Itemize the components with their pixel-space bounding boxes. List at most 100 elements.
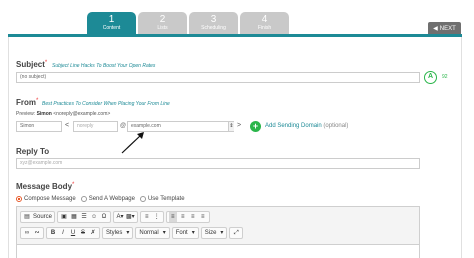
step-number: 3 — [210, 14, 217, 25]
editor-content-area[interactable] — [17, 244, 419, 258]
subject-grade-badge: A — [424, 71, 437, 84]
underline-icon[interactable]: U — [69, 228, 77, 238]
step-label: Content — [102, 25, 121, 31]
radio-label: Send A Webpage — [88, 196, 135, 202]
source-group: ▤ Source — [20, 211, 56, 223]
radio-label: Use Template — [147, 196, 185, 202]
from-help-link[interactable]: Best Practices To Consider When Placing … — [42, 101, 170, 107]
source-button[interactable]: Source — [33, 212, 52, 222]
from-preview: Preview: Simon <noreply@example.com> — [16, 111, 110, 117]
from-name-input[interactable]: Simon — [16, 121, 62, 132]
align-left-icon[interactable]: ≡ — [168, 212, 177, 222]
step-lists-tab[interactable]: 2 Lists — [138, 12, 187, 34]
lt-bracket: < — [65, 122, 70, 129]
insert-group: ▣ ▦ ☰ ☺ Ω — [57, 211, 112, 223]
chevron-down-icon: ▾ — [162, 230, 166, 236]
link-icon[interactable]: ∞ — [23, 228, 31, 238]
step-number: 1 — [108, 14, 115, 25]
format-dropdown[interactable]: Normal ▾ — [135, 227, 170, 239]
gt-bracket: > — [237, 122, 242, 129]
toolbar-row-1: ▤ Source ▣ ▦ ☰ ☺ Ω A▾ ▩▾ ≡ ⋮ ≡ ≡ ≡ ≡ — [20, 210, 210, 224]
numbered-list-icon[interactable]: ≡ — [143, 212, 151, 222]
chevron-down-icon: ▾ — [126, 230, 130, 236]
step-number: 2 — [159, 14, 166, 25]
size-label: Size — [204, 230, 217, 236]
radio-dot — [80, 196, 87, 202]
from-heading: From* — [16, 98, 38, 107]
color-group: A▾ ▩▾ — [113, 211, 138, 223]
unlink-icon[interactable]: ∾ — [33, 228, 41, 238]
link-group: ∞ ∾ — [20, 227, 44, 239]
font-dropdown[interactable]: Font ▾ — [171, 227, 199, 239]
arrow-left-icon: ◀ — [433, 26, 438, 32]
strikethrough-icon[interactable]: S — [79, 228, 87, 238]
annotation-arrow — [121, 132, 144, 154]
radio-label: Compose Message — [24, 196, 76, 202]
preview-label: Preview: — [16, 111, 36, 117]
horizontal-rule-icon[interactable]: ☰ — [80, 212, 88, 222]
reply-to-heading: Reply To — [16, 147, 50, 156]
message-body-title: Message Body — [16, 182, 73, 191]
subject-title: Subject — [16, 60, 45, 69]
from-user-input[interactable]: noreply — [73, 121, 118, 132]
toolbar-row-2: ∞ ∾ B I U S ✗ Styles ▾ Normal ▾ Font ▾ Size… — [20, 226, 244, 240]
step-finish-tab[interactable]: 4 Finish — [240, 12, 289, 34]
step-number: 4 — [261, 14, 268, 25]
plus-icon[interactable]: + — [250, 121, 261, 132]
size-dropdown[interactable]: Size ▾ — [200, 227, 228, 239]
bold-icon[interactable]: B — [49, 228, 57, 238]
align-group: ≡ ≡ ≡ ≡ — [165, 211, 210, 223]
rich-text-editor: ▤ Source ▣ ▦ ☰ ☺ Ω A▾ ▩▾ ≡ ⋮ ≡ ≡ ≡ ≡ ∞ ∾ — [16, 206, 420, 258]
add-sending-domain-link[interactable]: Add Sending Domain (optional) — [265, 123, 348, 129]
table-icon[interactable]: ▦ — [70, 212, 78, 222]
italic-icon[interactable]: I — [59, 228, 67, 238]
optional-label: (optional) — [323, 123, 349, 129]
add-domain-label: Add Sending Domain — [265, 123, 322, 129]
styles-dropdown[interactable]: Styles ▾ — [102, 227, 134, 239]
remove-format-icon[interactable]: ✗ — [89, 228, 97, 238]
radio-use-template[interactable]: Use Template — [139, 196, 185, 202]
chevron-down-icon: ▾ — [220, 230, 224, 236]
next-label: NEXT — [439, 26, 456, 32]
smiley-icon[interactable]: ☺ — [90, 212, 98, 222]
maximize-icon[interactable]: ⤢ — [232, 228, 240, 238]
radio-compose-message[interactable]: Compose Message — [16, 196, 76, 202]
radio-send-webpage[interactable]: Send A Webpage — [80, 196, 135, 202]
radio-dot — [16, 196, 22, 202]
subject-input[interactable]: (no subject) — [16, 72, 420, 83]
bg-color-icon[interactable]: ▩▾ — [126, 212, 135, 222]
maximize-group: ⤢ — [229, 227, 244, 239]
step-scheduling-tab[interactable]: 3 Scheduling — [189, 12, 238, 34]
align-justify-icon[interactable]: ≡ — [199, 212, 207, 222]
step-label: Scheduling — [201, 25, 226, 31]
text-color-icon[interactable]: A▾ — [116, 212, 124, 222]
step-label: Finish — [257, 25, 272, 31]
from-title: From — [16, 98, 36, 107]
step-label: Lists — [157, 25, 168, 31]
message-body-heading: Message Body* — [16, 182, 74, 191]
source-icon: ▤ — [24, 214, 30, 220]
list-group: ≡ ⋮ — [139, 211, 164, 223]
subject-score: 92 — [442, 74, 448, 80]
image-icon[interactable]: ▣ — [60, 212, 68, 222]
reply-to-input[interactable]: xyz@example.com — [16, 158, 420, 169]
special-char-icon[interactable]: Ω — [100, 212, 108, 222]
font-label: Font — [175, 230, 188, 236]
align-center-icon[interactable]: ≡ — [179, 212, 187, 222]
align-right-icon[interactable]: ≡ — [189, 212, 197, 222]
style-group: B I U S ✗ — [46, 227, 100, 239]
chevron-down-icon: ▾ — [191, 230, 195, 236]
required-marker: * — [72, 182, 75, 188]
preview-email: <noreply@example.com> — [53, 111, 111, 117]
select-arrows-icon[interactable]: ⇕ — [228, 121, 234, 132]
step-content-tab[interactable]: 1 Content — [87, 12, 136, 34]
subject-heading: Subject* — [16, 60, 47, 69]
subject-help-link[interactable]: Subject Line Hacks To Boost Your Open Ra… — [52, 63, 155, 69]
radio-dot — [139, 196, 146, 202]
wizard-steps: 1 Content 2 Lists 3 Scheduling 4 Finish — [87, 12, 289, 34]
required-marker: * — [36, 98, 39, 104]
message-type-radios: Compose Message Send A Webpage Use Templ… — [16, 196, 185, 202]
format-label: Normal — [139, 230, 159, 236]
bulleted-list-icon[interactable]: ⋮ — [153, 212, 161, 222]
required-marker: * — [44, 60, 48, 66]
